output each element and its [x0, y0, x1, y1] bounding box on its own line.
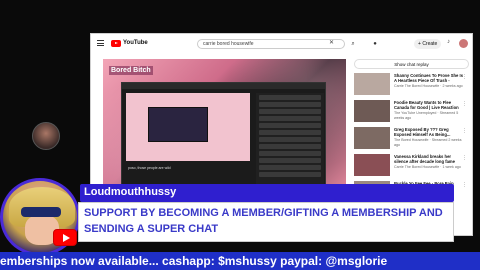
recommendation-meta: The Bored Housewife · Streamed 2 weeks a…: [394, 138, 462, 147]
recommendation-title[interactable]: Shanny Continues To Prove She Is A Heart…: [394, 73, 464, 83]
youtube-brand[interactable]: YouTube: [123, 40, 148, 46]
video-player[interactable]: Bored Bitch poso, those people are wild: [103, 59, 346, 195]
youtube-top-bar: YouTube carrie bored housewife ✕ ⌕ ● + C…: [91, 34, 472, 54]
more-options-icon[interactable]: ⋮: [462, 101, 467, 107]
recommendation-item[interactable]: Foodie Beauty Wants to Flee Canada for G…: [354, 100, 469, 124]
notifications-bell-icon[interactable]: ♪: [447, 39, 450, 45]
recommendation-item[interactable]: Vanessa Kirkland breaks her silence afte…: [354, 154, 469, 178]
inner-video-panel: [126, 93, 250, 161]
recommendation-meta: The YouTube Unemployed · Streamed 5 week…: [394, 111, 459, 120]
recommendation-meta: Carrie The Bored Housewife · 1 week ago: [394, 165, 461, 169]
inner-video-thumb: [148, 107, 208, 142]
recommendation-thumbnail[interactable]: [354, 73, 390, 95]
stream-stage: YouTube carrie bored housewife ✕ ⌕ ● + C…: [0, 0, 480, 270]
video-banner: Bored Bitch: [109, 66, 153, 75]
search-icon[interactable]: ⌕: [345, 39, 361, 49]
support-message: SUPPORT BY BECOMING A MEMBER/GIFTING A M…: [84, 207, 443, 235]
youtube-logo-icon[interactable]: [111, 40, 121, 47]
more-options-icon[interactable]: ⋮: [462, 128, 467, 134]
chat-line: [259, 144, 321, 149]
recommendation-item[interactable]: Shanny Continues To Prove She Is A Heart…: [354, 73, 469, 97]
recommendation-item[interactable]: Greg Exposed By ??? Greg Exposed Himself…: [354, 127, 469, 151]
more-options-icon[interactable]: ⋮: [462, 74, 467, 80]
menu-icon[interactable]: [97, 40, 104, 46]
chat-line: [259, 116, 321, 121]
recommendation-thumbnail[interactable]: [354, 154, 390, 176]
recommendation-meta: Carrie The Bored Housewife · 2 weeks ago: [394, 84, 463, 88]
recommendation-thumbnail[interactable]: [354, 127, 390, 149]
show-chat-replay-button[interactable]: Show chat replay: [354, 59, 469, 69]
inner-stream-screen: poso, those people are wild: [121, 82, 326, 190]
chat-line: [259, 172, 321, 177]
recommendation-title[interactable]: Greg Exposed By ??? Greg Exposed Himself…: [394, 127, 464, 137]
chat-line: [259, 130, 321, 135]
chat-line: [259, 123, 321, 128]
inner-caption: poso, those people are wild: [128, 166, 171, 170]
recommendation-title[interactable]: Foodie Beauty Wants to Flee Canada for G…: [394, 100, 464, 110]
chat-line: [259, 165, 321, 170]
inner-window-bar: [122, 83, 325, 89]
chat-line: [259, 158, 321, 163]
recommendation-title[interactable]: Vanessa Kirkland breaks her silence afte…: [394, 154, 464, 164]
inner-chat-panel: [256, 93, 324, 189]
account-avatar[interactable]: [459, 39, 468, 48]
chat-line: [259, 109, 321, 114]
create-button[interactable]: + Create: [414, 39, 442, 49]
create-label: Create: [422, 41, 438, 47]
chat-line: [259, 95, 321, 100]
clear-search-icon[interactable]: ✕: [329, 39, 334, 46]
chat-line: [259, 137, 321, 142]
more-options-icon[interactable]: ⋮: [462, 182, 467, 188]
microphone-icon[interactable]: ●: [371, 39, 379, 49]
ticker-text: emberships now available... cashapp: $ms…: [0, 254, 388, 268]
youtube-badge-icon: [53, 229, 77, 246]
chat-line: [259, 102, 321, 107]
chat-line: [259, 151, 321, 156]
webcam-bubble: [32, 122, 60, 150]
more-options-icon[interactable]: ⋮: [462, 155, 467, 161]
portrait-glasses: [21, 207, 61, 217]
username: Loudmouthhussy: [84, 186, 177, 198]
search-query[interactable]: carrie bored housewife: [203, 41, 254, 47]
recommendation-thumbnail[interactable]: [354, 100, 390, 122]
